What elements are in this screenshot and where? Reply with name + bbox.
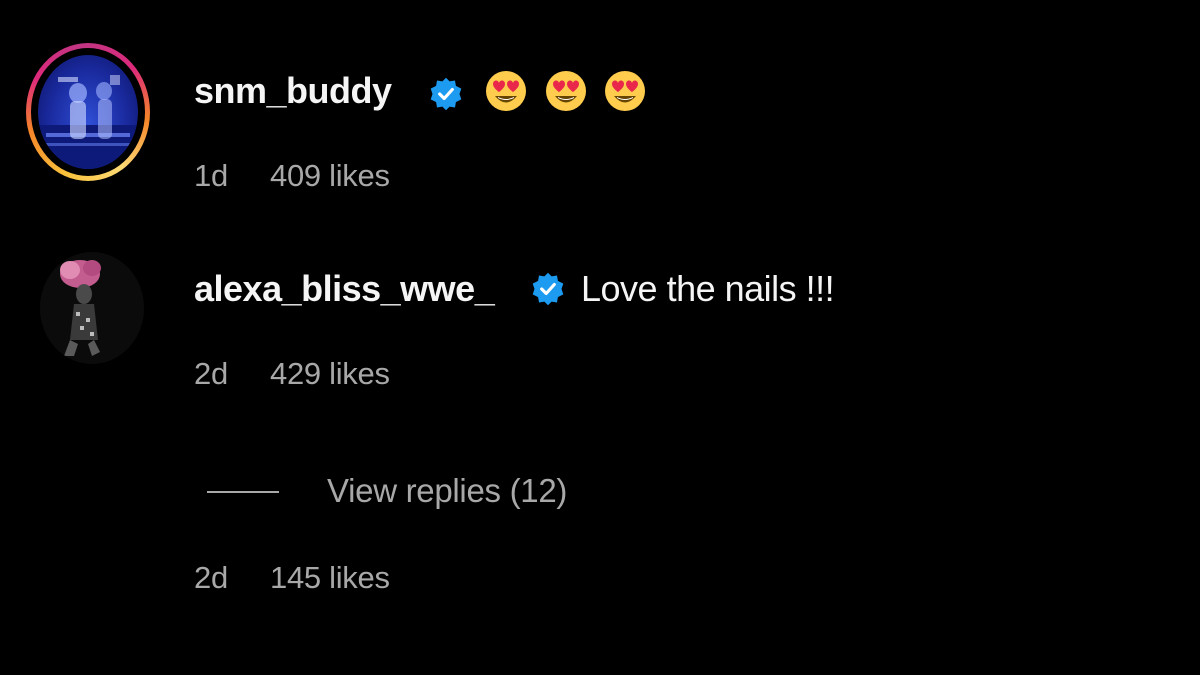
- avatar-photo: [40, 252, 144, 364]
- comment-time: 2d: [194, 356, 228, 391]
- comment-username[interactable]: alexa_bliss_wwe_: [194, 268, 495, 310]
- avatar[interactable]: [40, 252, 144, 364]
- comment-item: alexa_bliss_wwe_ Love the nails !!! 2d 4…: [0, 0, 1200, 400]
- replies-divider-line: [207, 491, 279, 493]
- reply-likes[interactable]: 145 likes: [270, 560, 390, 596]
- comment-text: Love the nails !!!: [581, 268, 835, 309]
- reply-time: 2d: [194, 560, 228, 595]
- verified-badge-icon: [532, 272, 564, 306]
- view-replies-button[interactable]: View replies (12): [327, 472, 567, 510]
- comment-likes[interactable]: 429 likes: [270, 356, 390, 392]
